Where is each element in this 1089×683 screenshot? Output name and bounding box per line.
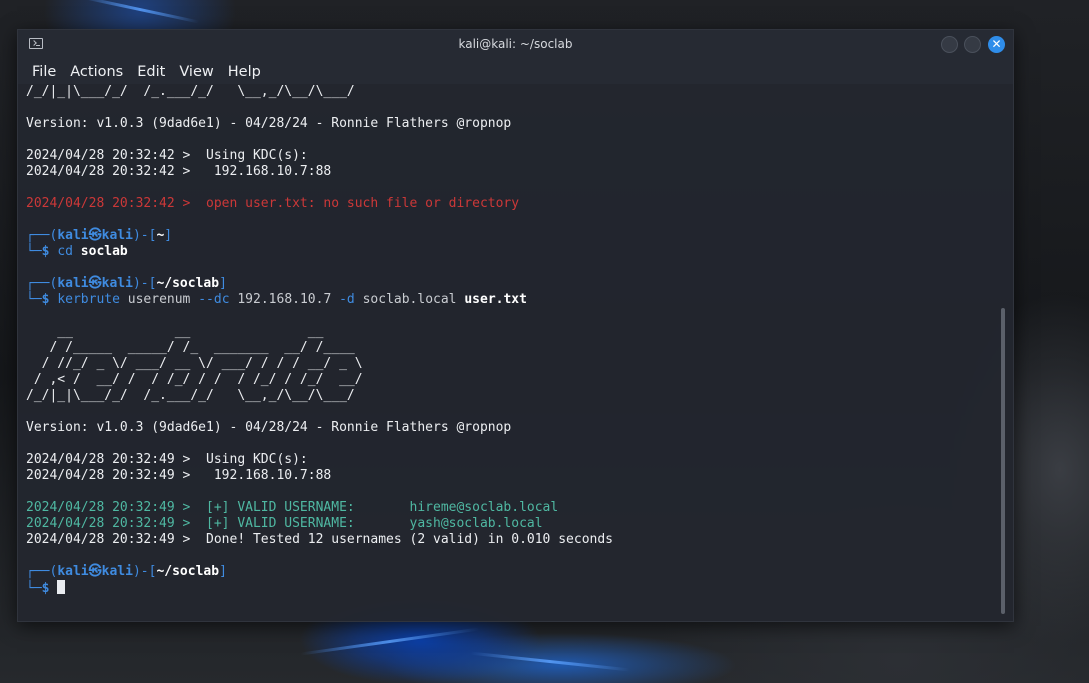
terminal-line: 2024/04/28 20:32:49 > Using KDC(s):	[26, 452, 308, 467]
terminal-line: 2024/04/28 20:32:42 > 192.168.10.7:88	[26, 164, 332, 179]
terminal-valid-line: 2024/04/28 20:32:49 > [+] VALID USERNAME…	[26, 516, 543, 531]
close-icon: ✕	[991, 37, 1002, 51]
menu-actions[interactable]: Actions	[70, 60, 123, 84]
command-token: -d	[339, 292, 355, 307]
minimize-button[interactable]	[941, 36, 958, 53]
prompt-at-symbol: ㉿	[88, 564, 102, 579]
command-line: └─$ kerbrute userenum --dc 192.168.10.7 …	[26, 292, 999, 308]
terminal-line: __ __ __	[26, 324, 324, 339]
command-token: user.txt	[464, 292, 527, 307]
command-token: soclab	[80, 244, 128, 259]
prompt-bracket: ]	[164, 228, 173, 243]
terminal-line: / ,< / __/ / / /_/ / / / /_/ / /_/ __/	[26, 372, 363, 387]
prompt-at-symbol: ㉿	[88, 276, 102, 291]
menu-help[interactable]: Help	[228, 60, 261, 84]
terminal-line: /_/|_|\___/_/ /_.___/_/ \__,_/\__/\___/	[26, 388, 355, 403]
terminal-error-line: 2024/04/28 20:32:42 > open user.txt: no …	[26, 196, 520, 211]
prompt-bottom-prefix: └─	[26, 292, 42, 307]
menu-bar: File Actions Edit View Help	[18, 60, 1013, 84]
prompt-separator: )-[	[132, 228, 157, 243]
prompt-line: ┌──(kali㉿kali)-[~/soclab]	[26, 276, 999, 292]
prompt-host: kali	[101, 564, 133, 579]
prompt-bottom-prefix: └─	[26, 581, 42, 596]
menu-view[interactable]: View	[179, 60, 213, 84]
terminal-line: 2024/04/28 20:32:42 > Using KDC(s):	[26, 148, 308, 163]
command-token: 192.168.10.7	[229, 292, 340, 307]
wallpaper-streak	[300, 627, 480, 656]
prompt-line: ┌──(kali㉿kali)-[~]	[26, 228, 999, 244]
command-token: cd	[57, 244, 73, 259]
title-bar[interactable]: kali@kali: ~/soclab ✕	[18, 30, 1013, 60]
command-token: userenum	[119, 292, 199, 307]
prompt-user: kali	[57, 276, 89, 291]
command-token: soclab.local	[354, 292, 465, 307]
prompt-bracket: ]	[219, 276, 227, 291]
command-token: kerbrute	[57, 292, 120, 307]
prompt-separator: )-[	[132, 276, 157, 291]
scrollbar-thumb[interactable]	[1001, 308, 1005, 614]
terminal-line: / /_____ _____/ /_ _______ __/ /____	[26, 340, 355, 355]
prompt-at-symbol: ㉿	[88, 228, 102, 243]
window-title: kali@kali: ~/soclab	[458, 37, 573, 51]
prompt-prefix: ┌──(	[26, 228, 58, 243]
close-button[interactable]: ✕	[988, 36, 1005, 53]
terminal-line: / //_/ _ \/ ___/ __ \/ ___/ / / / __/ _ …	[26, 356, 363, 371]
prompt-path: ~/soclab	[156, 564, 220, 579]
input-line: └─$	[26, 580, 999, 596]
scrollbar[interactable]	[999, 84, 1007, 621]
menu-edit[interactable]: Edit	[137, 60, 165, 84]
command-line: └─$ cd soclab	[26, 244, 999, 260]
command-token: --dc	[198, 292, 230, 307]
text-cursor[interactable]	[57, 580, 66, 594]
prompt-line: ┌──(kali㉿kali)-[~/soclab]	[26, 564, 999, 580]
wallpaper-streak	[470, 651, 630, 672]
terminal-line: 2024/04/28 20:32:49 > Done! Tested 12 us…	[26, 532, 613, 547]
prompt-user: kali	[57, 228, 89, 243]
prompt-host: kali	[101, 276, 133, 291]
terminal-line: Version: v1.0.3 (9dad6e1) - 04/28/24 - R…	[26, 116, 512, 131]
prompt-bottom-prefix: └─	[26, 244, 42, 259]
terminal-line: 2024/04/28 20:32:49 > 192.168.10.7:88	[26, 468, 332, 483]
terminal-output[interactable]: /_/|_|\___/_/ /_.___/_/ \__,_/\__/\___/ V…	[18, 84, 999, 621]
command-token	[73, 244, 81, 259]
menu-file[interactable]: File	[32, 60, 56, 84]
terminal-valid-line: 2024/04/28 20:32:49 > [+] VALID USERNAME…	[26, 500, 559, 515]
prompt-prefix: ┌──(	[26, 276, 58, 291]
prompt-prefix: ┌──(	[26, 564, 58, 579]
terminal-line: /_/|_|\___/_/ /_.___/_/ \__,_/\__/\___/	[26, 84, 355, 99]
wallpaper-streak	[80, 0, 200, 24]
maximize-button[interactable]	[964, 36, 981, 53]
prompt-host: kali	[101, 228, 133, 243]
prompt-user: kali	[57, 564, 89, 579]
prompt-path: ~/soclab	[156, 276, 220, 291]
terminal-window[interactable]: kali@kali: ~/soclab ✕ File Actions Edit …	[17, 29, 1014, 622]
prompt-separator: )-[	[132, 564, 157, 579]
terminal-line: Version: v1.0.3 (9dad6e1) - 04/28/24 - R…	[26, 420, 512, 435]
prompt-bracket: ]	[219, 564, 227, 579]
